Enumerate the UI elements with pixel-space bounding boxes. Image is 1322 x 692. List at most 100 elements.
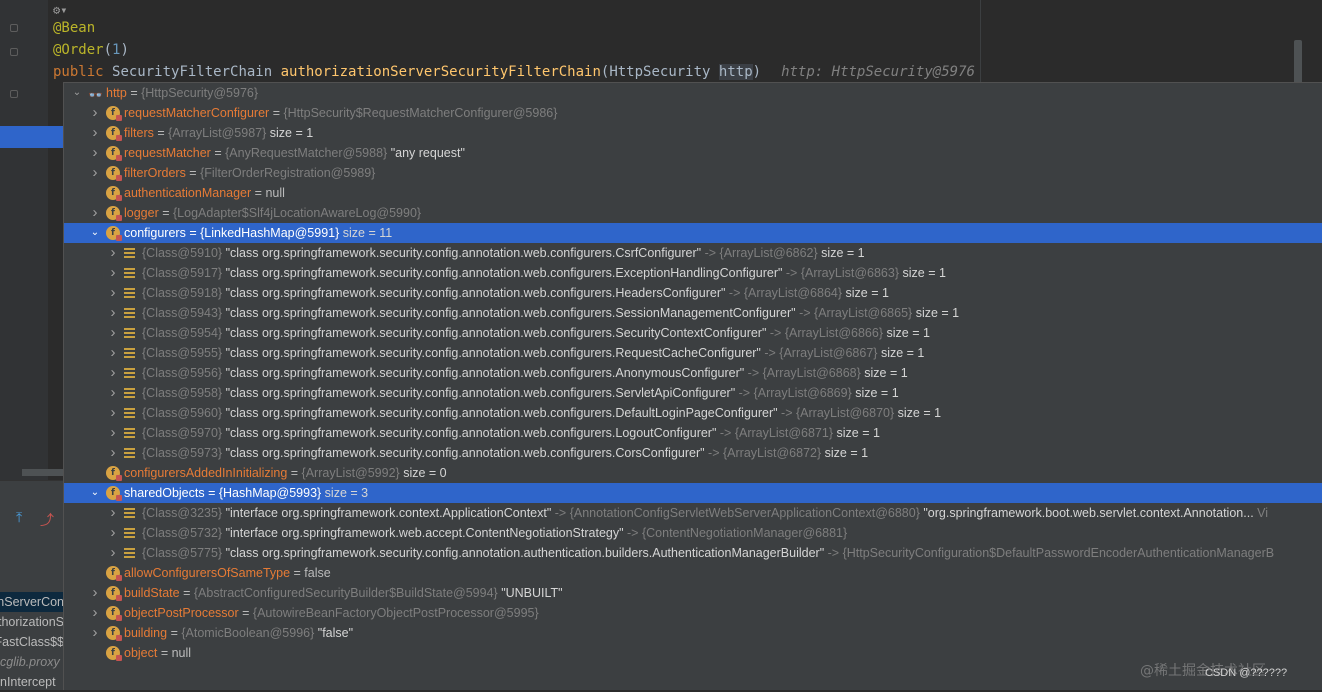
code-token: SecurityFilterChain <box>112 64 281 80</box>
chevron-right-icon[interactable]: › <box>90 143 100 163</box>
chevron-right-icon[interactable]: › <box>108 383 118 403</box>
field-type: {AtomicBoolean@5996} <box>181 626 315 640</box>
entry-arrow: -> <box>766 326 785 340</box>
entry-value-type: {ArrayList@6869} <box>753 386 852 400</box>
tree-row[interactable]: › f requestMatcher = {AnyRequestMatcher@59… <box>64 143 1322 163</box>
tree-row[interactable]: f authenticationManager = null <box>64 183 1322 203</box>
drop-frame-icon[interactable]: ⤴ <box>40 510 54 530</box>
editor-horizontal-scrollbar[interactable] <box>22 469 64 476</box>
field-equals: = <box>157 646 172 660</box>
chevron-down-icon[interactable]: ⌄ <box>72 83 82 103</box>
chevron-down-icon[interactable]: ⌄ <box>90 223 100 243</box>
stack-frame-item[interactable]: nIntercept <box>0 672 64 692</box>
entry-size: size = 1 <box>851 386 899 400</box>
fold-marker[interactable] <box>10 48 18 56</box>
tree-row[interactable]: › {Class@3235} "interface org.springframe… <box>64 503 1322 523</box>
code-token: @Bean <box>53 20 96 36</box>
tree-row[interactable]: › f logger = {LogAdapter$Slf4jLocationAwar… <box>64 203 1322 223</box>
tree-row[interactable]: › {Class@5917} "class org.springframework… <box>64 263 1322 283</box>
stack-frame-item[interactable]: nServerCon <box>0 592 64 612</box>
chevron-right-icon[interactable]: › <box>90 163 100 183</box>
tree-row[interactable]: › {Class@5775} "class org.springframework… <box>64 543 1322 563</box>
fold-marker[interactable] <box>10 90 18 98</box>
tree-row[interactable]: › f filterOrders = {FilterOrderRegistratio… <box>64 163 1322 183</box>
entry-value-type: {ArrayList@6871} <box>734 426 834 440</box>
chevron-right-icon[interactable]: › <box>108 303 118 323</box>
chevron-right-icon[interactable]: › <box>108 263 118 283</box>
field-equals: = <box>251 186 266 200</box>
field-type: {FilterOrderRegistration@5989} <box>200 166 376 180</box>
tree-row[interactable]: › {Class@5958} "class org.springframework… <box>64 383 1322 403</box>
tree-row-content: {Class@5956} "class org.springframework.… <box>142 363 908 383</box>
entry-value-type: {ArrayList@6867} <box>779 346 878 360</box>
field-icon: f <box>106 146 122 161</box>
field-equals: = <box>126 86 142 100</box>
tree-row[interactable]: › {Class@5970} "class org.springframework… <box>64 423 1322 443</box>
step-out-icon[interactable]: ⤒ <box>16 510 22 526</box>
tree-row[interactable]: f configurersAddedInInitializing = {Array… <box>64 463 1322 483</box>
field-icon: f <box>106 466 122 481</box>
chevron-right-icon[interactable]: › <box>108 343 118 363</box>
editor-gutter <box>0 0 48 480</box>
tree-row[interactable]: › f objectPostProcessor = {AutowireBeanFac… <box>64 603 1322 623</box>
entry-size: size = 1 <box>842 286 889 300</box>
chevron-right-icon[interactable]: › <box>108 543 118 563</box>
chevron-right-icon[interactable]: › <box>90 103 100 123</box>
chevron-right-icon[interactable]: › <box>108 363 118 383</box>
tree-row[interactable]: › f filters = {ArrayList@5987} size = 1 <box>64 123 1322 143</box>
chevron-right-icon[interactable]: › <box>108 243 118 263</box>
tree-row[interactable]: ⌄ 👓 http = {HttpSecurity@5976} <box>64 83 1322 103</box>
stack-frame-item[interactable]: thorizationS <box>0 612 64 632</box>
chevron-right-icon[interactable]: › <box>108 523 118 543</box>
chevron-right-icon[interactable]: › <box>108 323 118 343</box>
tree-row[interactable]: › f requestMatcherConfigurer = {HttpSecuri… <box>64 103 1322 123</box>
entry-arrow: -> <box>824 546 843 560</box>
tree-row[interactable]: › {Class@5955} "class org.springframework… <box>64 343 1322 363</box>
tree-row-content: {Class@5943} "class org.springframework.… <box>142 303 959 323</box>
field-icon: f <box>106 566 122 581</box>
chevron-right-icon[interactable]: › <box>108 443 118 463</box>
tree-row[interactable]: › {Class@5956} "class org.springframework… <box>64 363 1322 383</box>
tree-row[interactable]: › {Class@5960} "class org.springframework… <box>64 403 1322 423</box>
tree-row[interactable]: f allowConfigurersOfSameType = false <box>64 563 1322 583</box>
chevron-right-icon[interactable]: › <box>90 123 100 143</box>
tree-row[interactable]: ⌄ f configurers = {LinkedHashMap@5991} siz… <box>64 223 1322 243</box>
tree-row[interactable]: › {Class@5918} "class org.springframework… <box>64 283 1322 303</box>
tree-row-content: {Class@5775} "class org.springframework.… <box>142 543 1274 563</box>
tree-row[interactable]: › f building = {AtomicBoolean@5996} "false… <box>64 623 1322 643</box>
tree-row[interactable]: › {Class@5954} "class org.springframework… <box>64 323 1322 343</box>
chevron-right-icon[interactable]: › <box>90 603 100 623</box>
stack-frame-item[interactable]: cglib.proxy <box>0 652 64 672</box>
map-entry-icon <box>124 548 135 558</box>
tree-row-content: authenticationManager = null <box>124 183 285 203</box>
tree-row[interactable]: › {Class@5943} "class org.springframework… <box>64 303 1322 323</box>
stack-frame-item[interactable]: FastClass$$ <box>0 632 64 652</box>
tree-row[interactable]: › {Class@5910} "class org.springframework… <box>64 243 1322 263</box>
editor-vertical-scrollbar[interactable] <box>1294 40 1302 84</box>
view-link[interactable]: Vi <box>1254 506 1268 520</box>
chevron-right-icon[interactable]: › <box>108 283 118 303</box>
tree-row[interactable]: › f buildState = {AbstractConfiguredSecuri… <box>64 583 1322 603</box>
tree-row-content: sharedObjects = {HashMap@5993} size = 3 <box>124 483 368 503</box>
field-name: requestMatcherConfigurer <box>124 106 270 120</box>
tree-row-content: {Class@5958} "class org.springframework.… <box>142 383 899 403</box>
field-equals: = <box>153 126 169 140</box>
tree-row[interactable]: f object = null <box>64 643 1322 663</box>
chevron-right-icon[interactable]: › <box>90 583 100 603</box>
chevron-down-icon[interactable]: ⌄ <box>90 483 100 503</box>
chevron-right-icon[interactable]: › <box>90 203 100 223</box>
entry-key-value: "class org.springframework.security.conf… <box>225 446 705 460</box>
tree-row[interactable]: › {Class@5973} "class org.springframework… <box>64 443 1322 463</box>
chevron-right-icon[interactable]: › <box>90 623 100 643</box>
chevron-right-icon[interactable]: › <box>108 503 118 523</box>
entry-value-type: {AnnotationConfigServletWebServerApplica… <box>569 506 920 520</box>
field-icon: f <box>106 166 122 181</box>
tree-row[interactable]: ⌄ f sharedObjects = {HashMap@5993} size = … <box>64 483 1322 503</box>
fold-marker[interactable] <box>10 24 18 32</box>
chevron-right-icon[interactable]: › <box>108 403 118 423</box>
chevron-right-icon[interactable]: › <box>108 423 118 443</box>
tree-row[interactable]: › {Class@5732} "interface org.springframe… <box>64 523 1322 543</box>
inspection-icon[interactable]: ⚙▾ <box>53 3 67 17</box>
tree-row-content: configurersAddedInInitializing = {ArrayL… <box>124 463 447 483</box>
entry-size: size = 1 <box>817 246 865 260</box>
